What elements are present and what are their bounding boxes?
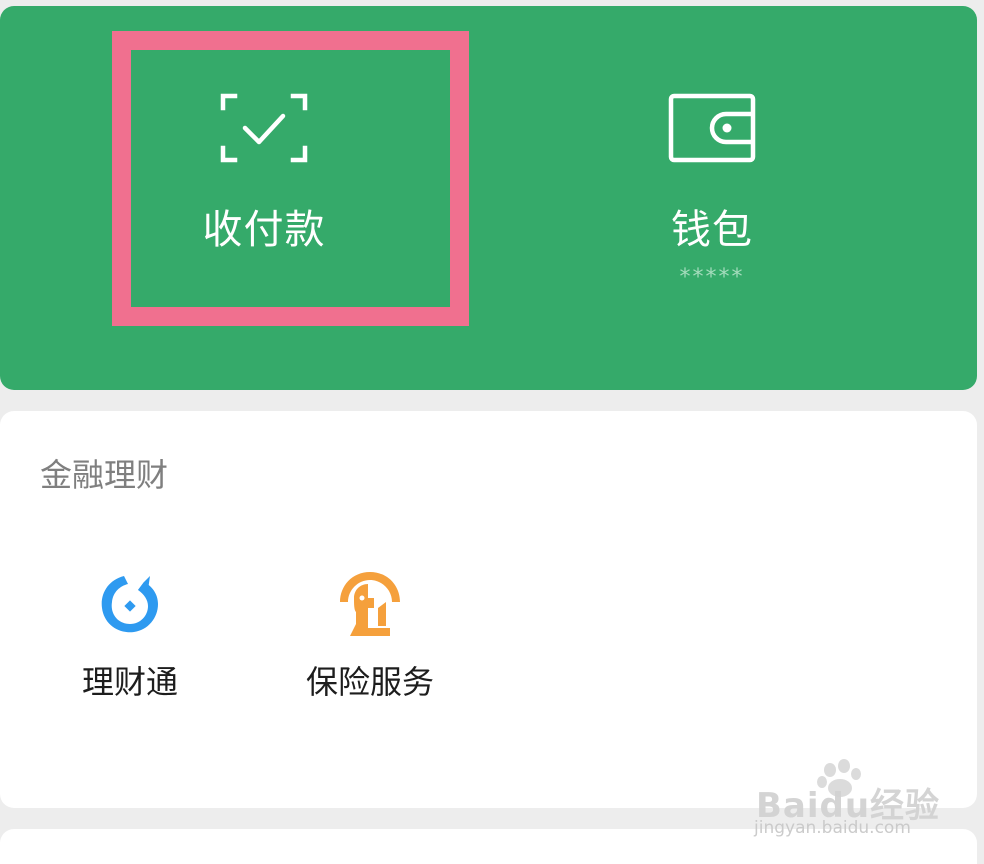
licaitong-button[interactable]: 理财通	[50, 568, 210, 702]
baidu-watermark: Baidu经验 jingyan.baidu.com	[754, 759, 944, 840]
wallet-icon	[668, 92, 756, 164]
insurance-service-label: 保险服务	[305, 663, 434, 701]
insurance-service-button[interactable]: 保险服务	[280, 568, 460, 702]
wechat-pay-page: 收付款 钱包 ***** 金融理财 理财通 保险服务 Baidu经验 jingy…	[0, 0, 984, 864]
insurance-icon	[334, 568, 406, 640]
wallet-button[interactable]: 钱包 *****	[608, 92, 816, 290]
section-title: 金融理财	[40, 456, 169, 494]
wallet-balance: *****	[679, 265, 745, 290]
licaitong-label: 理财通	[81, 663, 178, 701]
watermark-url: jingyan.baidu.com	[754, 818, 911, 838]
licaitong-icon	[94, 568, 166, 640]
highlight-annotation	[112, 31, 469, 326]
wallet-label: 钱包	[671, 207, 753, 253]
